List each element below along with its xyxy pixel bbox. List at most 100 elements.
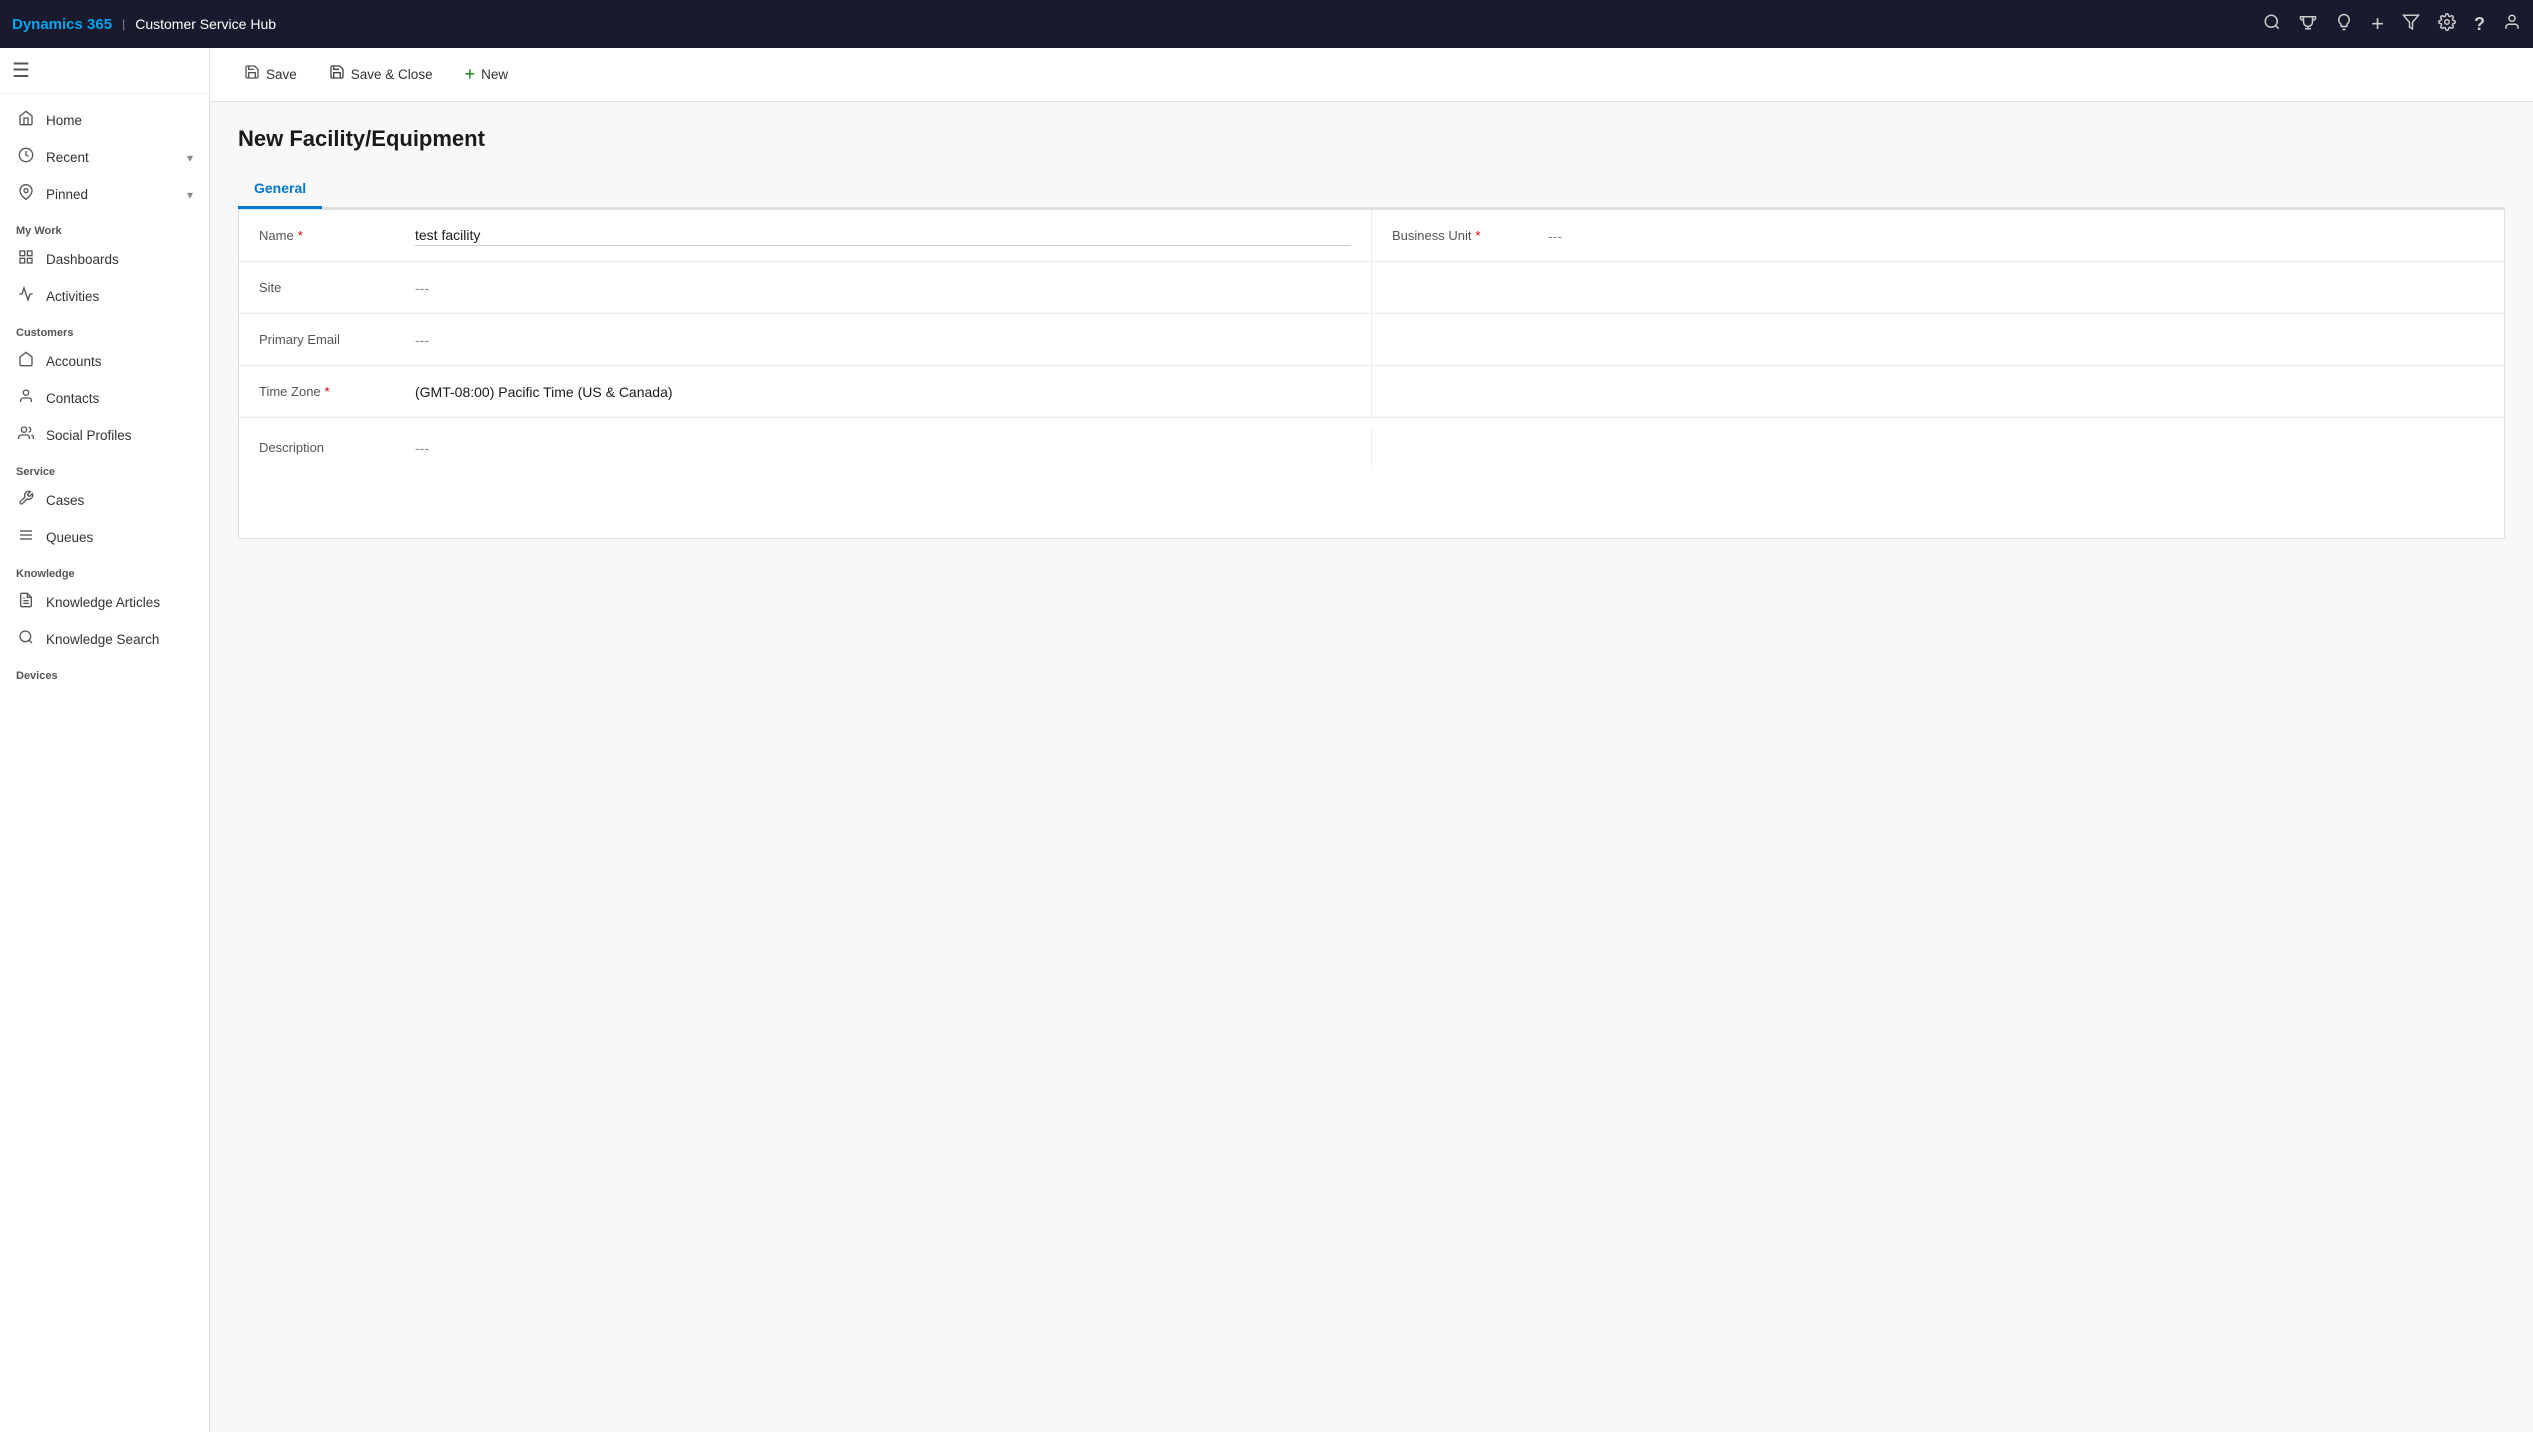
tabs: General	[238, 172, 2505, 209]
sidebar-item-dashboards-label: Dashboards	[46, 252, 119, 267]
sidebar-item-dashboards[interactable]: Dashboards	[0, 241, 209, 278]
site-label: Site	[259, 280, 399, 295]
form-col-email-empty	[1372, 314, 2504, 365]
tab-general[interactable]: General	[238, 172, 322, 209]
section-devices: Devices	[0, 658, 209, 686]
filter-icon[interactable]	[2402, 13, 2420, 36]
activities-icon	[16, 286, 36, 307]
sidebar-item-accounts-label: Accounts	[46, 354, 102, 369]
sidebar-item-activities[interactable]: Activities	[0, 278, 209, 315]
section-customers: Customers	[0, 315, 209, 343]
form-section-general: Name * Business Unit *	[239, 210, 2504, 538]
knowledge-articles-icon	[16, 592, 36, 613]
section-service: Service	[0, 454, 209, 482]
new-icon: +	[465, 64, 476, 85]
sidebar-item-pinned[interactable]: Pinned ▾	[0, 176, 209, 213]
time-zone-value[interactable]: (GMT-08:00) Pacific Time (US & Canada)	[399, 384, 1351, 400]
save-close-button-label: Save & Close	[351, 67, 433, 82]
brand-area: Dynamics 365 | Customer Service Hub	[12, 16, 276, 33]
plus-icon[interactable]: +	[2371, 11, 2384, 37]
form-card: Name * Business Unit *	[238, 209, 2505, 539]
business-unit-value[interactable]: ---	[1532, 228, 2484, 244]
search-icon[interactable]	[2263, 13, 2281, 36]
settings-icon[interactable]	[2438, 13, 2456, 36]
form-col-business-unit: Business Unit * ---	[1372, 210, 2504, 261]
sidebar-item-knowledge-articles-label: Knowledge Articles	[46, 595, 160, 610]
contacts-icon	[16, 388, 36, 409]
sidebar-item-pinned-label: Pinned	[46, 187, 88, 202]
business-unit-label: Business Unit *	[1392, 228, 1532, 243]
sidebar-item-social-profiles[interactable]: Social Profiles	[0, 417, 209, 454]
knowledge-search-icon	[16, 629, 36, 650]
new-button[interactable]: + New	[451, 58, 523, 91]
name-required: *	[298, 228, 303, 243]
sidebar-item-knowledge-search[interactable]: Knowledge Search	[0, 621, 209, 658]
site-value[interactable]: ---	[399, 280, 1351, 296]
description-value[interactable]: ---	[399, 440, 1351, 456]
form-col-primary-email: Primary Email ---	[239, 314, 1372, 365]
save-close-icon	[329, 64, 345, 85]
business-unit-required: *	[1475, 228, 1480, 243]
primary-email-label: Primary Email	[259, 332, 399, 347]
save-button[interactable]: Save	[230, 58, 311, 91]
pinned-icon	[16, 184, 36, 205]
section-my-work: My Work	[0, 213, 209, 241]
lightbulb-icon[interactable]	[2335, 13, 2353, 36]
sidebar-item-social-profiles-label: Social Profiles	[46, 428, 132, 443]
help-icon[interactable]: ?	[2474, 14, 2485, 35]
save-close-button[interactable]: Save & Close	[315, 58, 447, 91]
primary-email-value[interactable]: ---	[399, 332, 1351, 348]
accounts-icon	[16, 351, 36, 372]
time-zone-required: *	[325, 384, 330, 399]
sidebar-item-queues-label: Queues	[46, 530, 93, 545]
save-button-label: Save	[266, 67, 297, 82]
section-knowledge: Knowledge	[0, 556, 209, 584]
sidebar-item-knowledge-search-label: Knowledge Search	[46, 632, 159, 647]
description-label: Description	[259, 440, 399, 455]
form-col-site-empty	[1372, 262, 2504, 313]
sidebar-item-home-label: Home	[46, 113, 82, 128]
form-row-3: Time Zone * (GMT-08:00) Pacific Time (US…	[239, 366, 2504, 418]
queues-icon	[16, 527, 36, 548]
user-icon[interactable]	[2503, 13, 2521, 36]
page-content: New Facility/Equipment General Name *	[210, 102, 2533, 1432]
name-label: Name *	[259, 228, 399, 243]
brand-app-name: Customer Service Hub	[135, 16, 276, 32]
name-value[interactable]	[399, 225, 1351, 246]
form-row-2: Primary Email ---	[239, 314, 2504, 366]
recent-icon	[16, 147, 36, 168]
sidebar-item-home[interactable]: Home	[0, 102, 209, 139]
sidebar-item-knowledge-articles[interactable]: Knowledge Articles	[0, 584, 209, 621]
hamburger-menu[interactable]: ☰	[12, 60, 30, 82]
form-col-description: Description ---	[239, 428, 1372, 466]
sidebar-top: ☰	[0, 48, 209, 94]
form-row-0: Name * Business Unit *	[239, 210, 2504, 262]
page-title: New Facility/Equipment	[238, 126, 2505, 152]
sidebar-item-cases[interactable]: Cases	[0, 482, 209, 519]
sidebar-item-contacts[interactable]: Contacts	[0, 380, 209, 417]
sidebar-item-accounts[interactable]: Accounts	[0, 343, 209, 380]
sidebar-item-recent[interactable]: Recent ▾	[0, 139, 209, 176]
top-navigation: Dynamics 365 | Customer Service Hub + ?	[0, 0, 2533, 48]
name-input[interactable]	[415, 225, 1351, 246]
form-col-desc-empty	[1372, 428, 2504, 448]
sidebar-item-cases-label: Cases	[46, 493, 84, 508]
top-nav-icons: + ?	[2263, 11, 2521, 37]
brand-logo[interactable]: Dynamics 365	[12, 16, 112, 33]
form-row-1: Site ---	[239, 262, 2504, 314]
pinned-expand-icon: ▾	[187, 188, 193, 202]
form-col-name: Name *	[239, 210, 1372, 261]
trophy-icon[interactable]	[2299, 13, 2317, 36]
form-col-tz-empty	[1372, 366, 2504, 417]
new-button-label: New	[481, 67, 508, 82]
social-profiles-icon	[16, 425, 36, 446]
toolbar: Save Save & Close + New	[210, 48, 2533, 102]
sidebar-item-contacts-label: Contacts	[46, 391, 99, 406]
time-zone-label: Time Zone *	[259, 384, 399, 399]
form-col-time-zone: Time Zone * (GMT-08:00) Pacific Time (US…	[239, 366, 1372, 417]
form-col-site: Site ---	[239, 262, 1372, 313]
sidebar-item-queues[interactable]: Queues	[0, 519, 209, 556]
cases-icon	[16, 490, 36, 511]
tab-general-label: General	[254, 180, 306, 196]
content-area: Save Save & Close + New New Facility/Equ…	[210, 48, 2533, 1432]
